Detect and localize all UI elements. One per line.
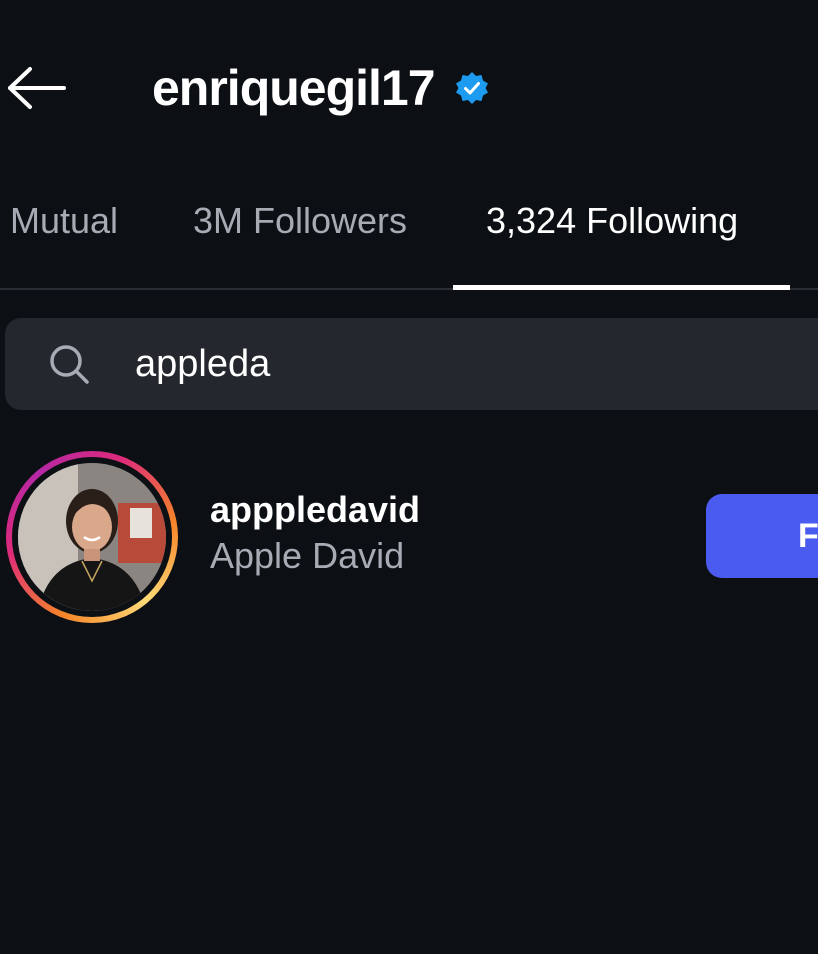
back-button[interactable] (4, 60, 68, 116)
user-list-item[interactable]: apppledavid Apple David F (0, 445, 818, 630)
following-screen: enriquegil17 Mutual 3M Followers 3,324 F… (0, 0, 818, 954)
verified-badge-icon (455, 71, 489, 105)
username-title: enriquegil17 (152, 60, 436, 116)
top-bar: enriquegil17 (0, 40, 818, 136)
story-ring[interactable] (6, 451, 178, 623)
result-username: apppledavid (210, 489, 421, 530)
tab-following[interactable]: 3,324 Following (486, 200, 738, 242)
profile-title: enriquegil17 (152, 58, 489, 118)
result-full-name: Apple David (210, 535, 405, 576)
search-icon (50, 345, 89, 384)
tab-mutual[interactable]: Mutual (10, 200, 118, 242)
search-input[interactable] (135, 338, 735, 390)
tab-bar: Mutual 3M Followers 3,324 Following (0, 180, 818, 290)
tab-followers[interactable]: 3M Followers (193, 200, 407, 242)
search-bar[interactable] (5, 318, 818, 410)
follow-button[interactable]: F (706, 494, 818, 578)
avatar (18, 463, 166, 611)
active-tab-indicator (453, 285, 790, 290)
arrow-left-icon (8, 67, 66, 109)
